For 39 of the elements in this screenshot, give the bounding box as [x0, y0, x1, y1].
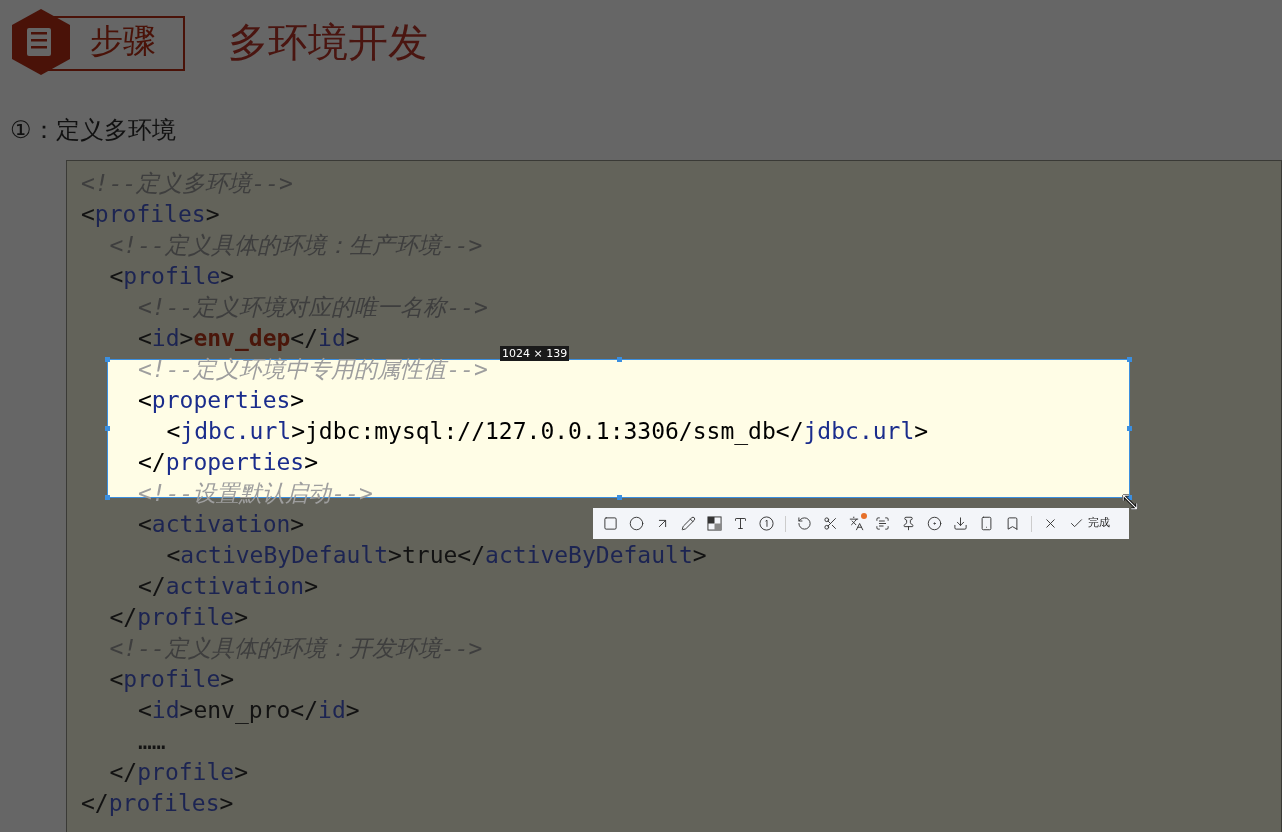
circle-icon[interactable]	[629, 516, 644, 531]
phone-icon[interactable]	[979, 516, 994, 531]
code-line: </profiles>	[81, 790, 234, 816]
bookmark-icon[interactable]	[1005, 516, 1020, 531]
code-line: ……	[138, 728, 166, 754]
code-line: <activeByDefault>true</activeByDefault>	[166, 542, 707, 568]
mosaic-icon[interactable]	[707, 516, 722, 531]
code-line: <jdbc.url>jdbc:mysql://127.0.0.1:3306/ssm_db</jdbc.url>	[166, 418, 929, 444]
size-label: 1024 × 139	[500, 346, 570, 361]
code-line: </properties>	[138, 449, 319, 475]
resize-cursor-icon	[1122, 494, 1138, 510]
undo-icon[interactable]	[797, 516, 812, 531]
download-icon[interactable]	[953, 516, 968, 531]
step-heading: ①：定义多环境	[10, 115, 177, 146]
scan-text-icon[interactable]	[875, 516, 890, 531]
badge-label: 步骤	[90, 21, 156, 61]
code-line: <profiles>	[81, 201, 220, 227]
pin-icon[interactable]	[901, 516, 916, 531]
slide-title: 多环境开发	[228, 18, 428, 67]
scissors-icon[interactable]	[823, 516, 838, 531]
code-line: <id>env_pro</id>	[138, 697, 360, 723]
record-icon[interactable]	[927, 516, 942, 531]
code-line: <profile>	[109, 666, 235, 692]
code-line: <activation>	[138, 511, 305, 537]
code-line: </profile>	[109, 604, 248, 630]
done-button[interactable]: 完成	[1069, 515, 1110, 532]
code-line: <!--定义环境中专用的属性值-->	[138, 356, 488, 382]
code-line: </profile>	[109, 759, 248, 785]
document-icon	[12, 9, 70, 75]
code-line: <profile>	[109, 263, 235, 289]
text-icon[interactable]	[733, 516, 748, 531]
code-line: <id>env_dep</id>	[138, 325, 360, 351]
close-icon[interactable]	[1043, 516, 1058, 531]
translate-icon[interactable]	[849, 516, 864, 531]
code-line: </activation>	[138, 573, 319, 599]
code-line: <properties>	[138, 387, 305, 413]
pencil-icon[interactable]	[681, 516, 696, 531]
rectangle-icon[interactable]	[603, 516, 618, 531]
number-marker-icon[interactable]	[759, 516, 774, 531]
